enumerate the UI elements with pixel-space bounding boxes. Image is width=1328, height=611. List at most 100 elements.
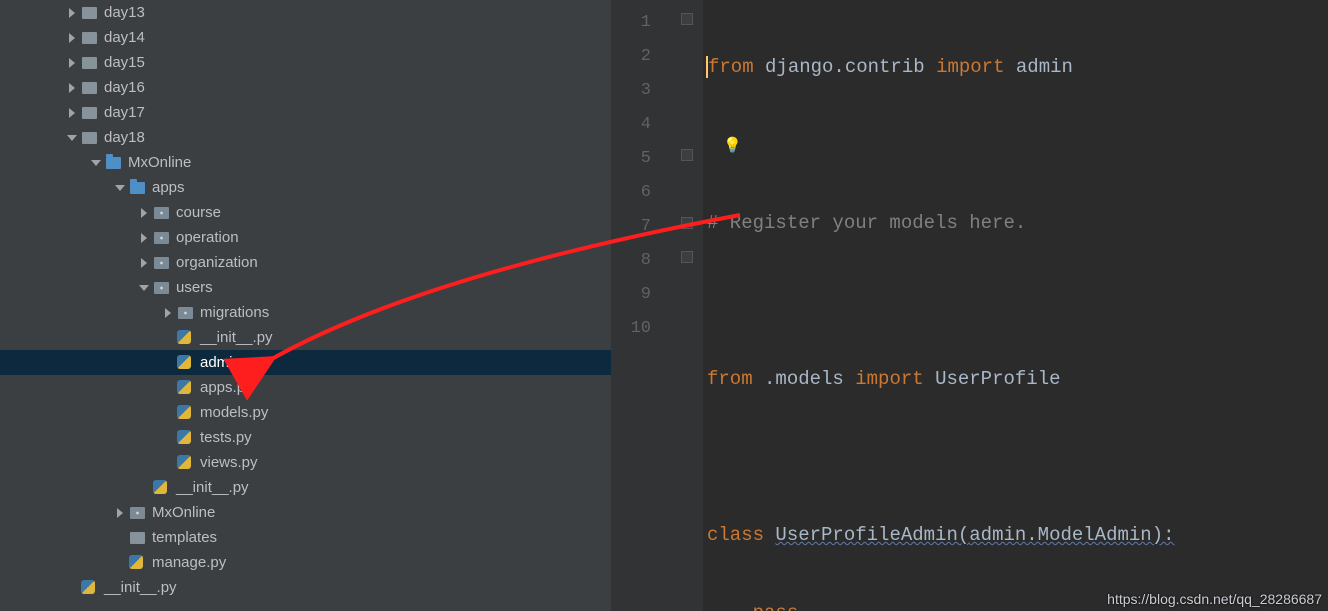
expand-chevron-icon[interactable] bbox=[64, 8, 80, 18]
tree-item-label: day17 bbox=[104, 104, 145, 121]
folder-icon bbox=[80, 129, 98, 147]
python-file-icon bbox=[176, 454, 194, 472]
code-editor[interactable]: 12345678910 from django.contrib import a… bbox=[611, 0, 1328, 611]
tree-item-label: models.py bbox=[200, 404, 268, 421]
tree-item[interactable]: day16 bbox=[0, 75, 611, 100]
line-number: 4 bbox=[611, 108, 673, 142]
expand-chevron-icon[interactable] bbox=[64, 33, 80, 43]
tree-item[interactable]: apps bbox=[0, 175, 611, 200]
folder-icon bbox=[80, 4, 98, 22]
tree-item-label: operation bbox=[176, 229, 239, 246]
tree-item[interactable]: day15 bbox=[0, 50, 611, 75]
tree-item-label: MxOnline bbox=[152, 504, 215, 521]
tree-item[interactable]: day13 bbox=[0, 0, 611, 25]
line-number: 1 bbox=[611, 6, 673, 40]
tree-item[interactable]: manage.py bbox=[0, 550, 611, 575]
expand-chevron-icon[interactable] bbox=[64, 58, 80, 68]
folder-open-icon bbox=[104, 154, 122, 172]
tree-item-label: course bbox=[176, 204, 221, 221]
code-line: from django.contrib import admin bbox=[707, 50, 1266, 84]
tree-item[interactable]: __init__.py bbox=[0, 325, 611, 350]
tree-item-label: __init__.py bbox=[200, 329, 273, 346]
tree-item[interactable]: __init__.py bbox=[0, 575, 611, 600]
tree-item-label: day18 bbox=[104, 129, 145, 146]
line-number: 6 bbox=[611, 176, 673, 210]
package-icon bbox=[176, 304, 194, 322]
tree-item-label: views.py bbox=[200, 454, 258, 471]
python-file-icon bbox=[152, 479, 170, 497]
tree-item-label: admin.py bbox=[200, 354, 261, 371]
tree-item[interactable]: day17 bbox=[0, 100, 611, 125]
expand-chevron-icon[interactable] bbox=[112, 508, 128, 518]
tree-item[interactable]: views.py bbox=[0, 450, 611, 475]
tree-item-selected[interactable]: admin.py bbox=[0, 350, 611, 375]
package-icon bbox=[128, 504, 146, 522]
expand-chevron-icon[interactable] bbox=[88, 158, 104, 168]
tree-item-label: __init__.py bbox=[176, 479, 249, 496]
watermark-text: https://blog.csdn.net/qq_28286687 bbox=[1107, 591, 1322, 607]
tree-item-label: day13 bbox=[104, 4, 145, 21]
tree-item[interactable]: organization bbox=[0, 250, 611, 275]
folder-icon bbox=[80, 29, 98, 47]
code-line: from .models import UserProfile bbox=[707, 362, 1266, 396]
code-line: # Register your models here. bbox=[707, 206, 1266, 240]
tree-item-label: day14 bbox=[104, 29, 145, 46]
tree-item-label: day15 bbox=[104, 54, 145, 71]
python-file-icon bbox=[176, 354, 194, 372]
tree-item[interactable]: MxOnline bbox=[0, 150, 611, 175]
package-icon bbox=[152, 229, 170, 247]
line-number-gutter: 12345678910 bbox=[611, 0, 673, 611]
line-number: 7 bbox=[611, 210, 673, 244]
python-file-icon bbox=[128, 554, 146, 572]
tree-item[interactable]: users bbox=[0, 275, 611, 300]
tree-item[interactable]: models.py bbox=[0, 400, 611, 425]
expand-chevron-icon[interactable] bbox=[136, 233, 152, 243]
expand-chevron-icon[interactable] bbox=[136, 208, 152, 218]
expand-chevron-icon[interactable] bbox=[136, 258, 152, 268]
fold-marker[interactable] bbox=[681, 217, 693, 229]
tree-item-label: organization bbox=[176, 254, 258, 271]
folder-icon bbox=[80, 104, 98, 122]
intention-bulb-icon[interactable]: 💡 bbox=[723, 130, 742, 164]
tree-item[interactable]: templates bbox=[0, 525, 611, 550]
line-number: 10 bbox=[611, 312, 673, 346]
folder-icon bbox=[80, 79, 98, 97]
line-number: 5 bbox=[611, 142, 673, 176]
expand-chevron-icon[interactable] bbox=[64, 83, 80, 93]
tree-item-label: apps.py bbox=[200, 379, 253, 396]
tree-item[interactable]: migrations bbox=[0, 300, 611, 325]
tree-item[interactable]: course bbox=[0, 200, 611, 225]
tree-item[interactable]: tests.py bbox=[0, 425, 611, 450]
code-area[interactable]: from django.contrib import admin 💡 # Reg… bbox=[703, 0, 1266, 611]
tree-item[interactable]: operation bbox=[0, 225, 611, 250]
line-number: 8 bbox=[611, 244, 673, 278]
project-tree-panel[interactable]: day13 day14 day15 day16 day17 day18 MxOnline ap… bbox=[0, 0, 611, 611]
python-file-icon bbox=[176, 429, 194, 447]
python-file-icon bbox=[176, 329, 194, 347]
tree-item-label: templates bbox=[152, 529, 217, 546]
expand-chevron-icon[interactable] bbox=[136, 283, 152, 293]
expand-chevron-icon[interactable] bbox=[112, 183, 128, 193]
tree-item-label: tests.py bbox=[200, 429, 252, 446]
tree-item[interactable]: __init__.py bbox=[0, 475, 611, 500]
fold-strip[interactable] bbox=[673, 0, 703, 611]
tree-item[interactable]: apps.py bbox=[0, 375, 611, 400]
tree-item-label: MxOnline bbox=[128, 154, 191, 171]
folder-open-icon bbox=[128, 179, 146, 197]
line-number: 2 bbox=[611, 40, 673, 74]
expand-chevron-icon[interactable] bbox=[160, 308, 176, 318]
expand-chevron-icon[interactable] bbox=[64, 133, 80, 143]
folder-icon bbox=[128, 529, 146, 547]
tree-item[interactable]: day14 bbox=[0, 25, 611, 50]
fold-marker[interactable] bbox=[681, 13, 693, 25]
fold-marker[interactable] bbox=[681, 149, 693, 161]
python-file-icon bbox=[176, 379, 194, 397]
fold-marker[interactable] bbox=[681, 251, 693, 263]
tree-item[interactable]: day18 bbox=[0, 125, 611, 150]
code-line bbox=[707, 440, 1266, 474]
tree-item-label: manage.py bbox=[152, 554, 226, 571]
expand-chevron-icon[interactable] bbox=[64, 108, 80, 118]
tree-item-label: __init__.py bbox=[104, 579, 177, 596]
tree-item[interactable]: MxOnline bbox=[0, 500, 611, 525]
python-file-icon bbox=[176, 404, 194, 422]
